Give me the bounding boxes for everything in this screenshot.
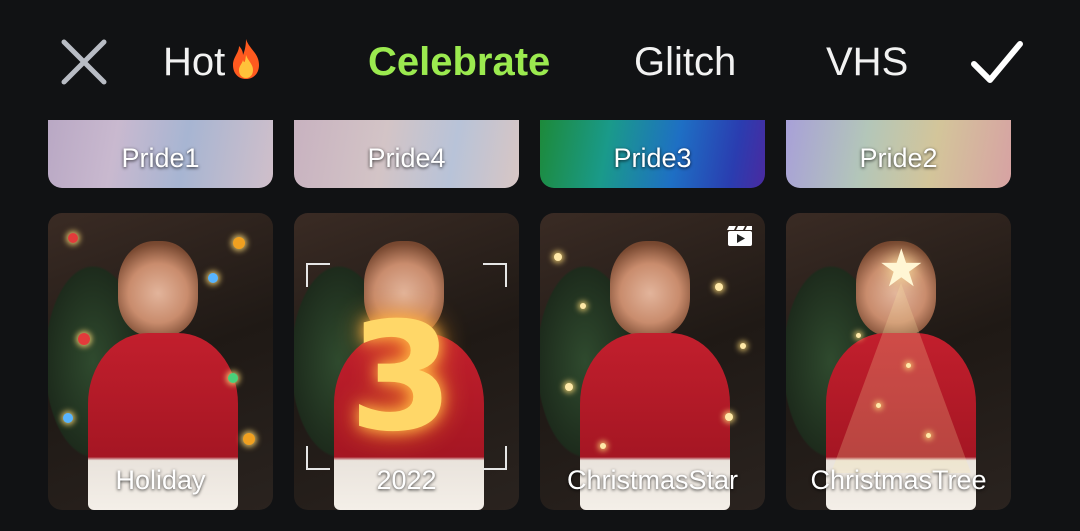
tab-hot[interactable]: Hot	[163, 36, 265, 88]
tab-celebrate[interactable]: Celebrate	[368, 36, 550, 88]
star-icon: ★	[878, 240, 925, 298]
effect-card-pride4[interactable]: Pride4	[294, 120, 519, 188]
effect-card-pride2[interactable]: Pride2	[786, 120, 1011, 188]
frame-corner	[483, 263, 507, 287]
thumbnail-person	[610, 241, 690, 336]
effect-label: Pride2	[859, 143, 938, 173]
frame-corner	[306, 263, 330, 287]
thumbnail-person	[118, 241, 198, 336]
effects-grid: Pride1 Pride4 Pride3 Pride2 Holiday 3 20…	[0, 120, 1080, 531]
effect-label: ChristmasTree	[810, 465, 987, 495]
effect-label: Pride3	[613, 143, 692, 173]
effect-card-pride3[interactable]: Pride3	[540, 120, 765, 188]
tab-glitch[interactable]: Glitch	[634, 36, 736, 88]
confirm-button[interactable]	[968, 36, 1026, 88]
effect-category-bar: Hot Celebrate Glitch VHS	[0, 0, 1080, 120]
effect-label: Pride1	[121, 143, 200, 173]
effect-label: Holiday	[115, 465, 206, 495]
tab-hot-label: Hot	[163, 40, 226, 84]
sparkler-number: 3	[349, 291, 454, 465]
effect-card-holiday[interactable]: Holiday	[48, 213, 273, 510]
effect-card-2022[interactable]: 3 2022	[294, 213, 519, 510]
light-tree	[831, 283, 971, 473]
effect-card-christmasstar[interactable]: ChristmasStar	[540, 213, 765, 510]
effect-label: ChristmasStar	[566, 465, 739, 495]
effect-label: Pride4	[367, 143, 446, 173]
close-button[interactable]	[58, 36, 110, 88]
effect-label: 2022	[376, 465, 437, 495]
close-icon	[61, 39, 107, 85]
effect-card-pride1[interactable]: Pride1	[48, 120, 273, 188]
effect-card-christmastree[interactable]: ★ ChristmasTree	[786, 213, 1011, 510]
check-icon	[971, 41, 1023, 83]
fire-icon	[233, 39, 260, 79]
video-icon	[727, 226, 752, 246]
tab-vhs[interactable]: VHS	[826, 36, 908, 88]
